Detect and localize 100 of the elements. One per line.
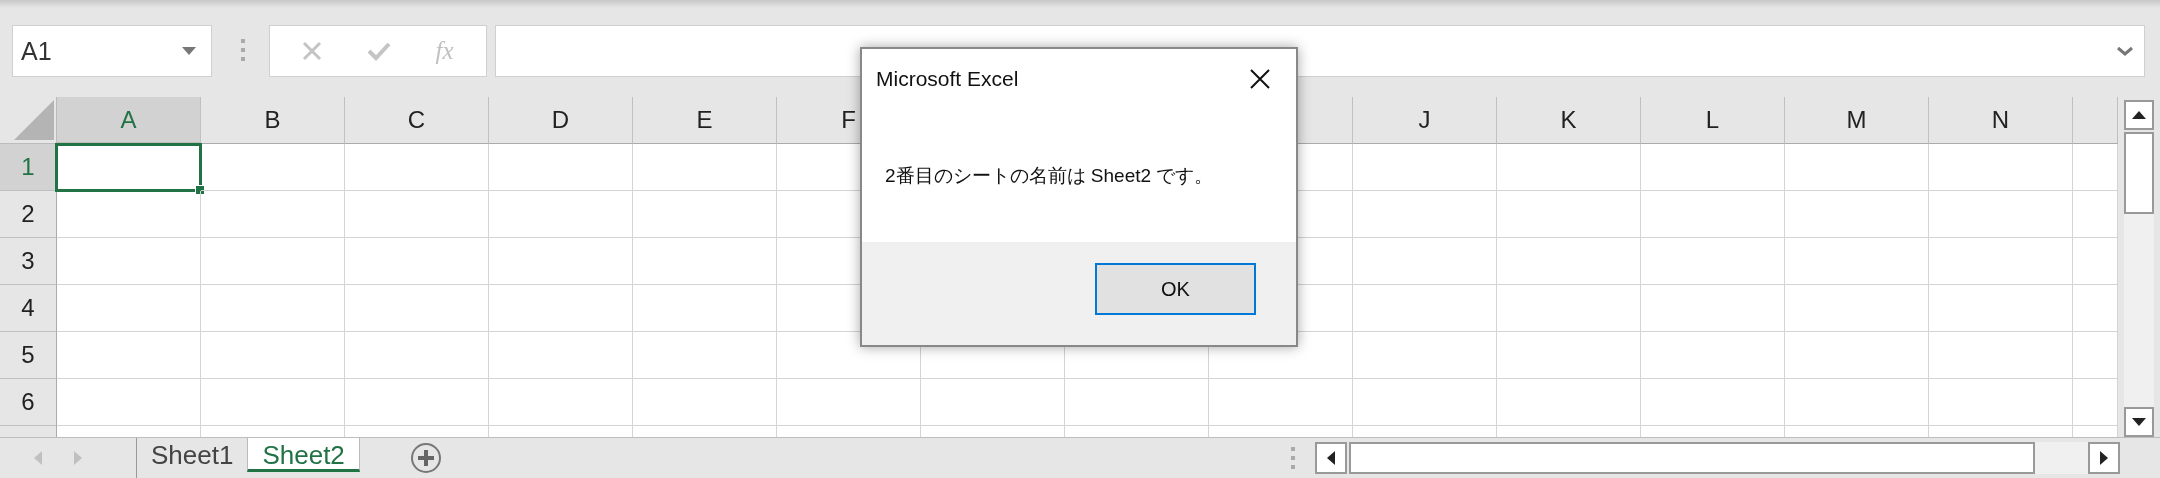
grid-cell[interactable] — [345, 238, 489, 285]
grid-cell[interactable] — [1785, 144, 1929, 191]
grid-cell[interactable] — [1353, 285, 1497, 332]
grid-cell[interactable] — [201, 191, 345, 238]
grid-cell[interactable] — [921, 379, 1065, 426]
scroll-right-button[interactable] — [2088, 442, 2120, 474]
grid-cell[interactable] — [1065, 379, 1209, 426]
column-header[interactable]: A — [57, 97, 201, 144]
grid-cell[interactable] — [489, 238, 633, 285]
sheet-tab[interactable]: Sheet2 — [247, 438, 360, 472]
grid-cell[interactable] — [1641, 285, 1785, 332]
grid-cell[interactable] — [1785, 285, 1929, 332]
row-header[interactable]: 5 — [0, 332, 57, 379]
grid-cell[interactable] — [633, 238, 777, 285]
grid-cell[interactable] — [1785, 379, 1929, 426]
grid-cell[interactable] — [1929, 191, 2073, 238]
column-header[interactable] — [2073, 97, 2118, 144]
grid-cell[interactable] — [201, 332, 345, 379]
add-sheet-icon[interactable] — [409, 442, 442, 474]
column-header[interactable]: D — [489, 97, 633, 144]
grid-cell[interactable] — [345, 285, 489, 332]
column-header[interactable]: E — [633, 97, 777, 144]
grid-cell[interactable] — [1353, 379, 1497, 426]
sheet-tab[interactable]: Sheet1 — [137, 438, 248, 472]
grid-cell[interactable] — [1497, 238, 1641, 285]
grid-cell[interactable] — [1497, 144, 1641, 191]
grid-cell[interactable] — [633, 144, 777, 191]
grid-cell[interactable] — [57, 285, 201, 332]
next-sheet-icon[interactable] — [74, 451, 82, 465]
scrollbar-thumb[interactable] — [1349, 442, 2035, 474]
column-header[interactable]: C — [345, 97, 489, 144]
grid-cell[interactable] — [345, 191, 489, 238]
close-icon[interactable] — [1250, 69, 1270, 89]
ok-button[interactable]: OK — [1095, 263, 1256, 315]
row-header[interactable]: 2 — [0, 191, 57, 238]
grid-cell[interactable] — [489, 285, 633, 332]
grid-cell[interactable] — [489, 332, 633, 379]
grid-cell[interactable] — [1929, 379, 2073, 426]
grid-cell[interactable] — [1497, 191, 1641, 238]
scrollbar-thumb[interactable] — [2124, 132, 2154, 214]
grid-cell[interactable] — [201, 379, 345, 426]
grid-cell[interactable] — [1641, 144, 1785, 191]
grid-cell[interactable] — [633, 191, 777, 238]
grid-cell[interactable] — [1353, 191, 1497, 238]
grid-cell[interactable] — [201, 238, 345, 285]
grid-cell[interactable] — [1929, 144, 2073, 191]
grid-cell[interactable] — [1929, 285, 2073, 332]
grip-icon[interactable] — [1291, 447, 1295, 469]
scroll-up-button[interactable] — [2124, 100, 2154, 130]
grid-cell[interactable] — [1929, 332, 2073, 379]
scroll-left-button[interactable] — [1315, 442, 1347, 474]
row-header[interactable]: 4 — [0, 285, 57, 332]
grid-cell[interactable] — [345, 332, 489, 379]
grid-cell[interactable] — [57, 332, 201, 379]
grid-cell[interactable] — [1929, 238, 2073, 285]
grid-cell[interactable] — [633, 332, 777, 379]
grid-cell[interactable] — [1641, 191, 1785, 238]
grid-cell[interactable] — [1641, 332, 1785, 379]
grid-cell[interactable] — [201, 285, 345, 332]
row-header[interactable] — [0, 426, 57, 437]
row-header[interactable]: 6 — [0, 379, 57, 426]
grid-cell[interactable] — [1497, 285, 1641, 332]
grid-cell[interactable] — [1353, 144, 1497, 191]
column-header[interactable]: M — [1785, 97, 1929, 144]
scroll-down-button[interactable] — [2124, 407, 2154, 437]
grid-cell[interactable] — [1785, 238, 1929, 285]
grid-cell[interactable] — [57, 238, 201, 285]
grid-cell[interactable] — [489, 379, 633, 426]
grid-cell[interactable] — [633, 285, 777, 332]
cancel-icon[interactable] — [302, 41, 323, 61]
grid-cell[interactable] — [57, 191, 201, 238]
select-all-icon[interactable] — [14, 100, 54, 140]
grid-cell[interactable] — [1497, 332, 1641, 379]
column-header[interactable]: B — [201, 97, 345, 144]
name-box[interactable]: A1 — [12, 25, 212, 77]
column-header[interactable]: J — [1353, 97, 1497, 144]
column-header[interactable]: K — [1497, 97, 1641, 144]
grid-cell[interactable] — [1353, 238, 1497, 285]
grid-cell[interactable] — [201, 144, 345, 191]
grid-cell[interactable] — [1641, 379, 1785, 426]
grid-cell[interactable] — [1785, 332, 1929, 379]
row-header[interactable]: 1 — [0, 144, 57, 191]
grid-cell[interactable] — [1641, 238, 1785, 285]
chevron-down-icon[interactable] — [2116, 46, 2134, 56]
grid-cell[interactable] — [1353, 332, 1497, 379]
dropdown-icon[interactable] — [182, 47, 196, 55]
grid-cell[interactable] — [489, 191, 633, 238]
grid-cell[interactable] — [1209, 379, 1353, 426]
grid-cell[interactable] — [57, 379, 201, 426]
grid-cell[interactable] — [489, 144, 633, 191]
column-header[interactable]: L — [1641, 97, 1785, 144]
grid-cell[interactable] — [777, 379, 921, 426]
grid-cell[interactable] — [1785, 191, 1929, 238]
grid-cell[interactable] — [345, 144, 489, 191]
grid-cell[interactable] — [633, 379, 777, 426]
row-header[interactable]: 3 — [0, 238, 57, 285]
column-header[interactable]: N — [1929, 97, 2073, 144]
previous-sheet-icon[interactable] — [34, 451, 42, 465]
checkmark-icon[interactable] — [366, 41, 391, 61]
grid-cell[interactable] — [1497, 379, 1641, 426]
